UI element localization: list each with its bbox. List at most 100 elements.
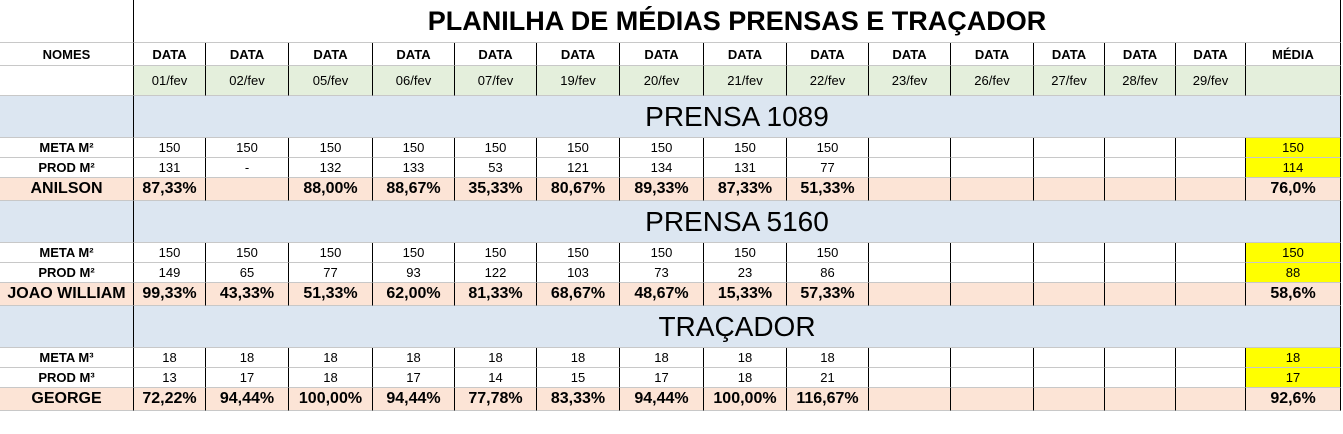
percent-cell[interactable] [951, 388, 1034, 411]
section-title[interactable]: PRENSA 5160 [134, 201, 1341, 243]
prod-cell[interactable] [1176, 158, 1246, 178]
names-header[interactable]: NOMES [0, 43, 134, 66]
percent-cell[interactable]: 83,33% [537, 388, 620, 411]
meta-cell[interactable]: 150 [206, 243, 289, 263]
date-value[interactable]: 19/fev [537, 66, 620, 96]
percent-cell[interactable] [1176, 388, 1246, 411]
date-value[interactable]: 23/fev [869, 66, 951, 96]
meta-cell[interactable] [1105, 243, 1176, 263]
meta-cell[interactable] [869, 138, 951, 158]
prod-cell[interactable]: 21 [787, 368, 869, 388]
meta-cell[interactable] [1034, 243, 1105, 263]
meta-cell[interactable] [1105, 348, 1176, 368]
prod-cell[interactable]: - [206, 158, 289, 178]
meta-cell[interactable] [951, 348, 1034, 368]
meta-cell[interactable]: 150 [537, 243, 620, 263]
prod-cell[interactable] [869, 158, 951, 178]
prod-cell[interactable] [951, 158, 1034, 178]
date-value[interactable]: 27/fev [1034, 66, 1105, 96]
meta-cell[interactable] [1105, 138, 1176, 158]
prod-cell[interactable]: 53 [455, 158, 537, 178]
meta-cell[interactable]: 150 [134, 243, 206, 263]
meta-cell[interactable] [1034, 348, 1105, 368]
meta-average[interactable]: 150 [1246, 243, 1341, 263]
percent-cell[interactable] [869, 388, 951, 411]
meta-cell[interactable]: 18 [373, 348, 455, 368]
date-value[interactable]: 02/fev [206, 66, 289, 96]
prod-cell[interactable]: 23 [704, 263, 787, 283]
prod-label[interactable]: PROD M² [0, 263, 134, 283]
meta-label[interactable]: META M³ [0, 348, 134, 368]
meta-cell[interactable]: 18 [620, 348, 704, 368]
meta-cell[interactable] [869, 243, 951, 263]
prod-cell[interactable]: 121 [537, 158, 620, 178]
section-left-cell[interactable] [0, 201, 134, 243]
date-header[interactable]: DATA [373, 43, 455, 66]
section-title[interactable]: PRENSA 1089 [134, 96, 1341, 138]
percent-cell[interactable]: 15,33% [704, 283, 787, 306]
date-value[interactable]: 01/fev [134, 66, 206, 96]
percent-cell[interactable] [206, 178, 289, 201]
percent-cell[interactable]: 77,78% [455, 388, 537, 411]
meta-cell[interactable] [1034, 138, 1105, 158]
date-header[interactable]: DATA [869, 43, 951, 66]
date-header[interactable]: DATA [206, 43, 289, 66]
percent-cell[interactable] [1176, 283, 1246, 306]
meta-cell[interactable]: 18 [206, 348, 289, 368]
prod-average[interactable]: 114 [1246, 158, 1341, 178]
prod-cell[interactable]: 73 [620, 263, 704, 283]
percent-cell[interactable] [1034, 178, 1105, 201]
prod-cell[interactable] [869, 368, 951, 388]
prod-cell[interactable]: 93 [373, 263, 455, 283]
percent-cell[interactable] [1105, 178, 1176, 201]
percent-cell[interactable]: 80,67% [537, 178, 620, 201]
meta-cell[interactable]: 150 [455, 243, 537, 263]
date-value[interactable]: 22/fev [787, 66, 869, 96]
meta-cell[interactable]: 150 [704, 138, 787, 158]
meta-average[interactable]: 18 [1246, 348, 1341, 368]
prod-cell[interactable] [951, 263, 1034, 283]
prod-cell[interactable] [1105, 368, 1176, 388]
section-left-cell[interactable] [0, 96, 134, 138]
percent-cell[interactable] [869, 178, 951, 201]
prod-cell[interactable]: 131 [134, 158, 206, 178]
prod-label[interactable]: PROD M³ [0, 368, 134, 388]
average-header[interactable]: MÉDIA [1246, 43, 1341, 66]
date-value[interactable]: 06/fev [373, 66, 455, 96]
percent-cell[interactable]: 94,44% [206, 388, 289, 411]
operator-name[interactable]: JOAO WILLIAM [0, 283, 134, 306]
date-header[interactable]: DATA [1105, 43, 1176, 66]
prod-cell[interactable]: 132 [289, 158, 373, 178]
meta-cell[interactable] [869, 348, 951, 368]
average-date-cell[interactable] [1246, 66, 1341, 96]
percent-cell[interactable]: 72,22% [134, 388, 206, 411]
meta-cell[interactable] [951, 138, 1034, 158]
prod-cell[interactable] [1034, 368, 1105, 388]
meta-cell[interactable]: 18 [704, 348, 787, 368]
date-value[interactable]: 07/fev [455, 66, 537, 96]
date-header[interactable]: DATA [787, 43, 869, 66]
percent-cell[interactable]: 100,00% [289, 388, 373, 411]
meta-cell[interactable]: 150 [373, 243, 455, 263]
date-value[interactable]: 05/fev [289, 66, 373, 96]
meta-cell[interactable]: 150 [787, 243, 869, 263]
percent-cell[interactable]: 87,33% [704, 178, 787, 201]
percent-cell[interactable]: 43,33% [206, 283, 289, 306]
percent-cell[interactable] [951, 178, 1034, 201]
meta-average[interactable]: 150 [1246, 138, 1341, 158]
prod-cell[interactable]: 13 [134, 368, 206, 388]
prod-cell[interactable]: 18 [289, 368, 373, 388]
prod-cell[interactable]: 86 [787, 263, 869, 283]
prod-cell[interactable]: 77 [289, 263, 373, 283]
prod-cell[interactable]: 133 [373, 158, 455, 178]
date-header[interactable]: DATA [289, 43, 373, 66]
meta-cell[interactable]: 150 [289, 138, 373, 158]
meta-cell[interactable]: 18 [289, 348, 373, 368]
percent-cell[interactable]: 89,33% [620, 178, 704, 201]
prod-cell[interactable]: 17 [373, 368, 455, 388]
date-header[interactable]: DATA [134, 43, 206, 66]
prod-cell[interactable] [869, 263, 951, 283]
date-value[interactable]: 21/fev [704, 66, 787, 96]
prod-cell[interactable]: 103 [537, 263, 620, 283]
prod-average[interactable]: 17 [1246, 368, 1341, 388]
